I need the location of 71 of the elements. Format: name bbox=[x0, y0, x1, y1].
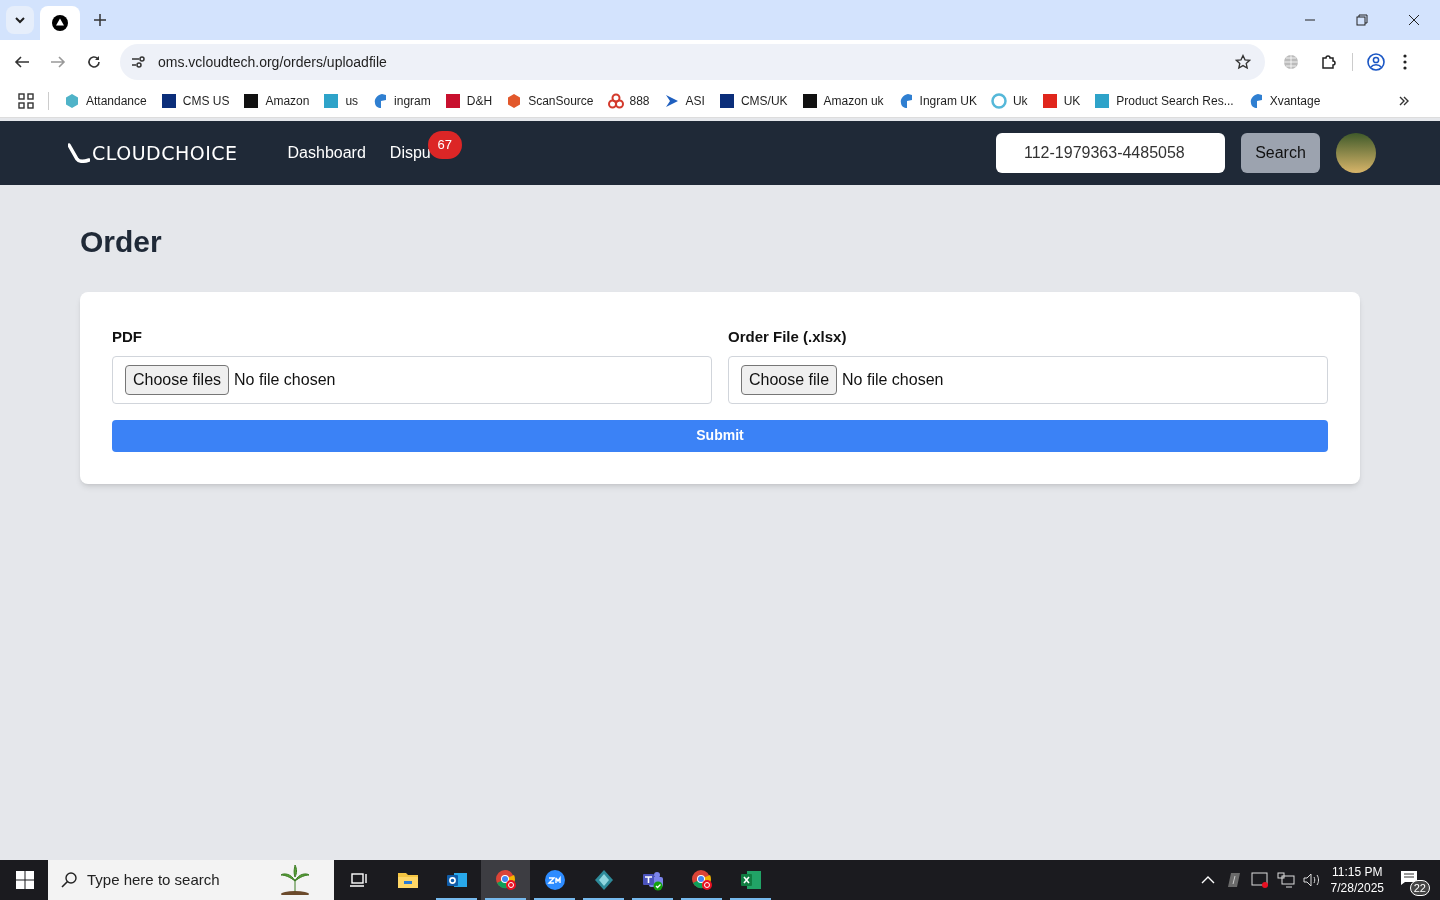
choose-file-button[interactable]: Choose file bbox=[741, 364, 838, 395]
site-settings-icon[interactable] bbox=[130, 54, 146, 70]
extensions-icon[interactable] bbox=[1320, 53, 1338, 71]
screen-share-icon[interactable] bbox=[1250, 872, 1269, 888]
file-status-text: No file chosen bbox=[234, 369, 336, 390]
url-text: oms.vcloudtech.org/orders/uploadfile bbox=[158, 52, 388, 72]
restore-icon[interactable] bbox=[1356, 14, 1368, 26]
taskbar-search-field[interactable]: Type here to search bbox=[48, 860, 334, 900]
message-icon bbox=[1400, 870, 1418, 886]
plant-sprout-icon bbox=[278, 865, 312, 895]
tab-list-button[interactable] bbox=[6, 6, 34, 34]
diamond-app-icon bbox=[592, 869, 615, 891]
order-search-field[interactable]: 112-1979363-4485058 bbox=[996, 133, 1225, 173]
reload-icon[interactable] bbox=[86, 54, 102, 70]
file-input[interactable]: Choose file No file chosen bbox=[728, 355, 1328, 404]
back-icon[interactable] bbox=[14, 54, 30, 70]
file-input[interactable]: Choose files No file chosen bbox=[112, 355, 712, 404]
bookmark-item[interactable]: Uk bbox=[983, 86, 1035, 115]
search-button[interactable]: Search bbox=[1241, 133, 1320, 173]
browser-tab[interactable] bbox=[40, 6, 80, 40]
bookmark-item[interactable]: ScanSource bbox=[499, 86, 601, 115]
bookmark-item[interactable]: D&H bbox=[437, 86, 500, 115]
bookmark-item[interactable]: CMS/UK bbox=[711, 86, 795, 115]
spreadsheet-app-icon bbox=[739, 869, 762, 891]
submit-button[interactable]: Submit bbox=[112, 419, 1328, 452]
choose-file-button[interactable]: Choose files bbox=[125, 364, 230, 395]
clock-time: 11:15 PM bbox=[1332, 864, 1383, 880]
triangle-logo-icon bbox=[52, 15, 68, 31]
profile-icon[interactable] bbox=[1367, 53, 1385, 71]
more-menu-icon[interactable] bbox=[1403, 54, 1407, 70]
close-icon[interactable] bbox=[1408, 14, 1420, 26]
forward-icon[interactable] bbox=[50, 54, 66, 70]
new-tab-icon[interactable] bbox=[94, 14, 106, 26]
notification-count: 22 bbox=[1409, 880, 1430, 896]
v-logo-icon bbox=[68, 143, 90, 163]
address-bar[interactable]: oms.vcloudtech.org/orders/uploadfile bbox=[120, 44, 1265, 80]
chevron-down-icon bbox=[14, 14, 26, 26]
bookmark-item[interactable]: Attandance bbox=[57, 86, 154, 115]
more-bookmarks-icon[interactable] bbox=[1398, 94, 1410, 107]
bookmark-item[interactable]: ASI bbox=[656, 86, 712, 115]
bookmark-item[interactable]: Product Search Res... bbox=[1087, 86, 1241, 115]
bookmark-item[interactable]: 888 bbox=[600, 86, 657, 115]
bookmark-item[interactable]: ingram bbox=[365, 86, 438, 115]
file-status-text: No file chosen bbox=[842, 369, 944, 390]
chat-app-icon bbox=[641, 869, 664, 891]
browser-app-icon bbox=[494, 869, 517, 891]
network-icon[interactable] bbox=[1276, 872, 1295, 888]
windows-start-icon[interactable] bbox=[16, 871, 34, 889]
nav-link[interactable]: Dashboard bbox=[287, 144, 366, 161]
taskbar-app-button[interactable] bbox=[481, 860, 530, 900]
logo-text: CLOUDCHOICE bbox=[92, 140, 238, 166]
page-title: Order bbox=[80, 224, 163, 260]
browser-app-icon bbox=[690, 869, 713, 891]
avatar[interactable] bbox=[1336, 133, 1376, 173]
video-app-icon bbox=[543, 869, 566, 891]
search-icon bbox=[60, 871, 78, 889]
bookmark-item[interactable]: UK bbox=[1034, 86, 1088, 115]
app-tray-icon[interactable] bbox=[1226, 872, 1241, 888]
speaker-icon[interactable] bbox=[1302, 872, 1321, 888]
clock-date: 7/28/2025 bbox=[1330, 880, 1384, 896]
chevron-up-icon[interactable] bbox=[1200, 875, 1215, 885]
bookmark-item[interactable]: Amazon bbox=[236, 86, 317, 115]
bookmark-item[interactable]: Ingram UK bbox=[890, 86, 984, 115]
bookmark-item[interactable]: us bbox=[316, 86, 366, 115]
bookmark-star-icon[interactable] bbox=[1235, 54, 1251, 70]
field-label: PDF bbox=[112, 327, 143, 347]
apps-grid-icon[interactable] bbox=[18, 92, 34, 109]
field-label: Order File (.xlsx) bbox=[728, 327, 848, 347]
bookmark-item[interactable]: Amazon uk bbox=[794, 86, 891, 115]
bookmark-item[interactable]: Xvantage bbox=[1240, 86, 1328, 115]
bookmark-item[interactable]: CMS US bbox=[153, 86, 237, 115]
